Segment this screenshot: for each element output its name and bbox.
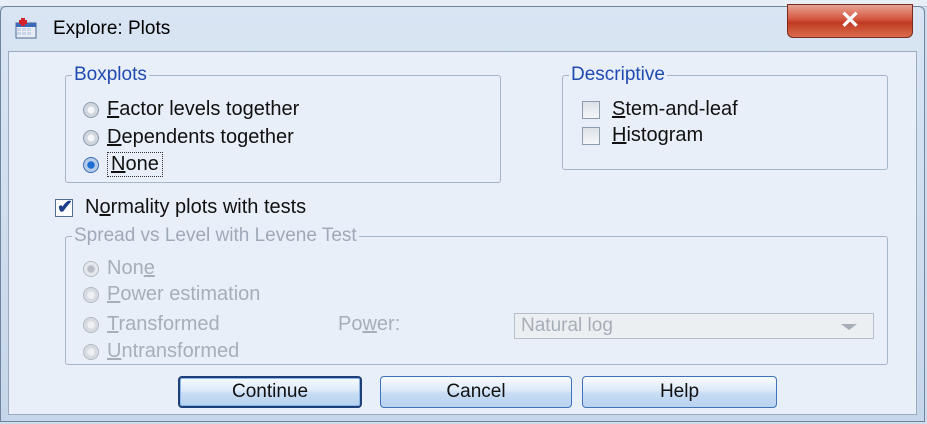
explore-plots-dialog: Explore: Plots ✕ Boxplots Factor levels … — [0, 4, 925, 422]
histogram-checkbox[interactable]: Histogram — [582, 124, 703, 147]
stem-and-leaf-checkbox[interactable]: Stem-and-leaf — [582, 98, 738, 121]
boxplots-dependents-radio[interactable]: Dependents together — [83, 126, 294, 149]
transformed-radio[interactable]: Transformed — [83, 313, 220, 336]
boxplots-factor-levels-radio[interactable]: Factor levels together — [83, 98, 299, 121]
checkmark-icon: ✔ — [57, 196, 73, 218]
chevron-down-icon — [841, 324, 857, 330]
spread-vs-level-label: Spread vs Level with Levene Test — [74, 225, 357, 246]
checkbox-indicator — [582, 100, 600, 119]
checkbox-indicator — [582, 126, 600, 145]
help-button[interactable]: Help — [582, 376, 777, 408]
boxplots-none-radio[interactable]: None — [83, 152, 163, 177]
radio-indicator — [83, 101, 99, 118]
close-icon: ✕ — [839, 7, 861, 34]
window-title: Explore: Plots — [53, 18, 171, 39]
close-button[interactable]: ✕ — [787, 4, 913, 38]
power-select[interactable]: Natural log — [514, 313, 874, 339]
power-label: Po w er: — [338, 313, 401, 335]
option-label: None — [107, 152, 163, 177]
option-label: Normality plots with tests — [85, 196, 307, 218]
radio-indicator — [83, 286, 99, 303]
radio-indicator — [83, 316, 99, 333]
cancel-button[interactable]: Cancel — [380, 376, 572, 408]
spread-none-radio[interactable]: None — [83, 257, 155, 280]
option-label: Stem-and-leaf — [612, 98, 738, 120]
dialog-body: Boxplots Factor levels together Dependen… — [8, 51, 917, 415]
option-label: Histogram — [612, 124, 704, 146]
title-bar[interactable]: Explore: Plots ✕ — [1, 4, 924, 51]
untransformed-radio[interactable]: Untransformed — [83, 340, 239, 363]
app-icon — [15, 18, 37, 39]
option-label: Transformed — [107, 313, 220, 335]
boxplots-label: Boxplots — [74, 64, 147, 85]
option-label: Untransformed — [107, 340, 240, 362]
option-label: Dependents together — [107, 126, 294, 148]
option-label: None — [107, 257, 155, 279]
power-select-value: Natural log — [521, 315, 613, 336]
radio-indicator — [83, 343, 99, 360]
option-label: Power estimation — [107, 283, 261, 305]
checkbox-indicator-checked: ✔ — [55, 196, 73, 218]
descriptive-label: Descriptive — [571, 64, 665, 85]
radio-indicator-selected — [83, 260, 99, 277]
option-label: Factor levels together — [107, 98, 300, 120]
continue-button[interactable]: Continue — [178, 376, 362, 408]
radio-indicator-selected — [83, 156, 99, 173]
radio-indicator — [83, 129, 99, 146]
normality-plots-checkbox[interactable]: ✔ Normality plots with tests — [55, 196, 306, 219]
power-estimation-radio[interactable]: Power estimation — [83, 283, 260, 306]
